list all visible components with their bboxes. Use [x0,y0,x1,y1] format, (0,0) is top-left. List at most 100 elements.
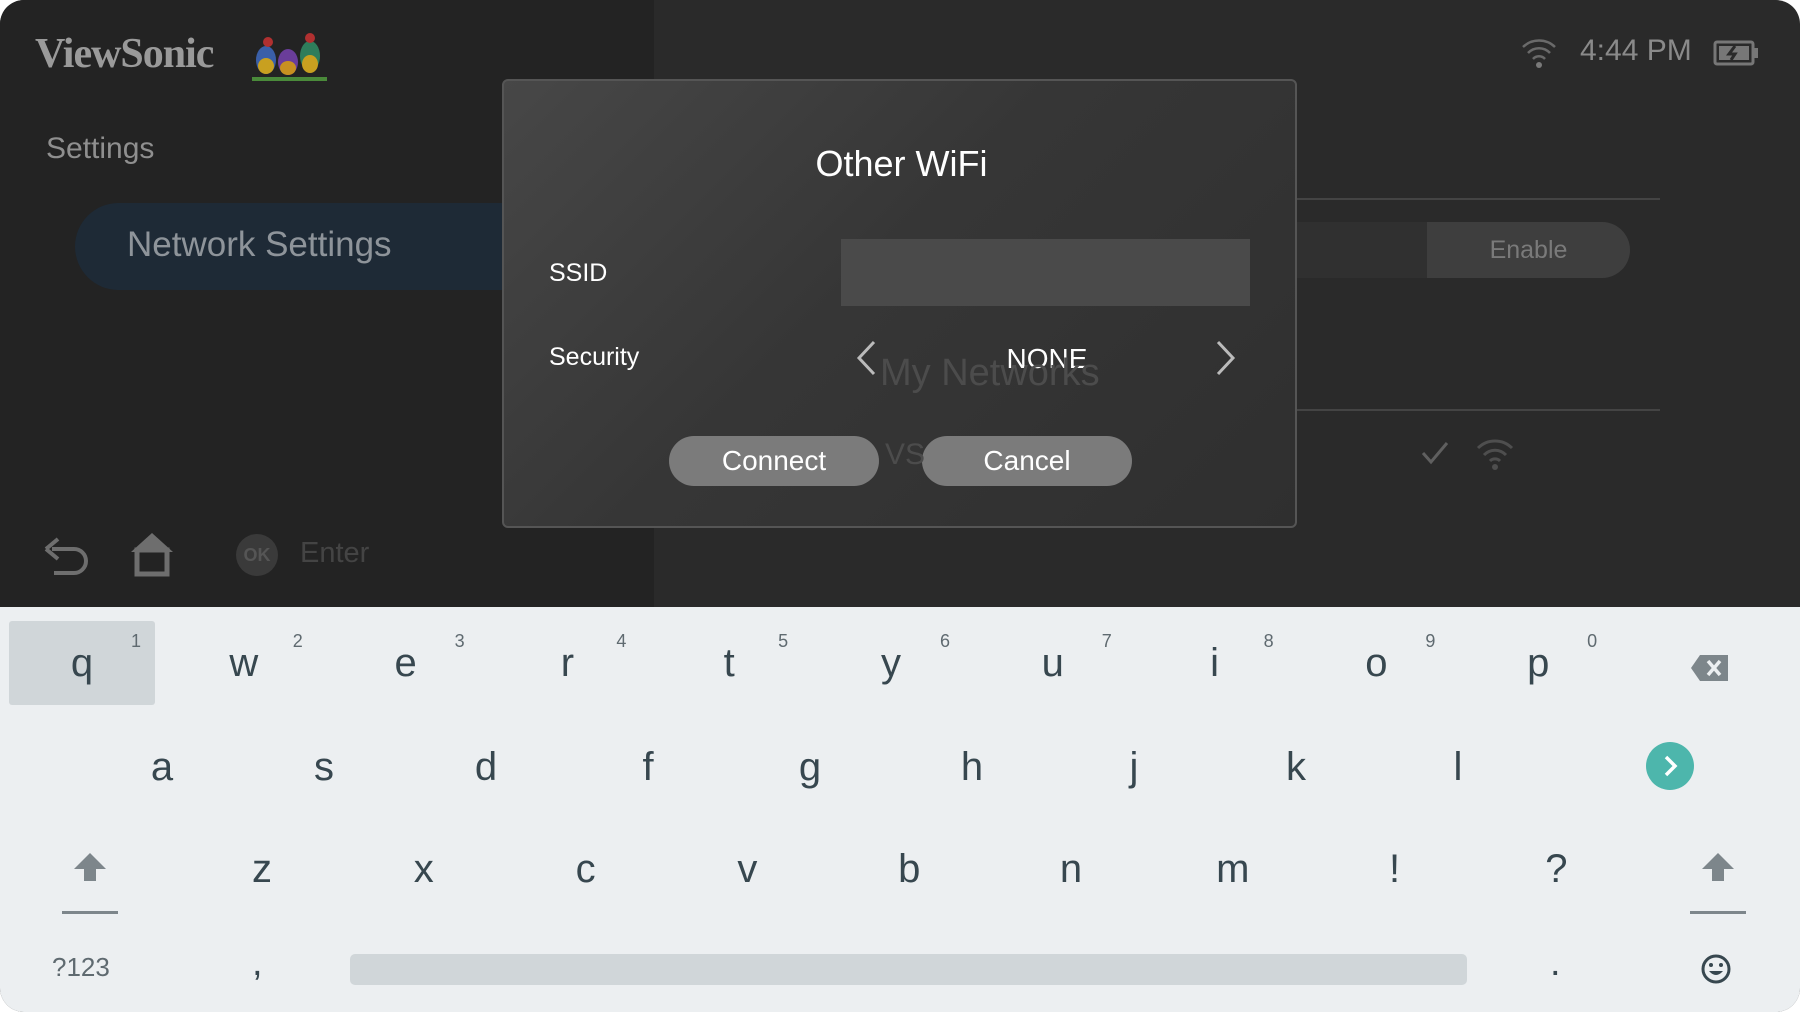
key-label: w [229,641,259,685]
key-label: f [642,745,654,789]
home-icon[interactable] [128,530,176,578]
key-label: u [1041,641,1064,685]
key-label: v [737,847,758,891]
enable-option[interactable]: Enable [1427,222,1630,278]
backspace-icon[interactable] [1690,653,1730,683]
ssid-label: SSID [549,259,608,287]
wifi-signal-icon [1476,439,1514,470]
key-label: p [1527,641,1550,685]
key-l[interactable]: l [1385,725,1531,809]
sidebar-item-label: Network Settings [127,225,392,264]
key-w[interactable]: w2 [171,621,317,705]
period-key[interactable]: . [1550,942,1561,985]
viewsonic-logo: ViewSonic [35,31,214,77]
viewsonic-birds-logo-icon [252,33,327,81]
key-label: g [798,745,822,789]
key-label: o [1365,641,1388,685]
key-a[interactable]: a [89,725,235,809]
key-number-hint: 0 [1587,631,1598,651]
key-n[interactable]: n [998,827,1144,911]
key-label: x [413,847,434,891]
cancel-button[interactable]: Cancel [922,436,1132,486]
chevron-right-icon[interactable] [1214,339,1238,377]
connect-button[interactable]: Connect [669,436,879,486]
key-t[interactable]: t5 [656,621,802,705]
back-icon[interactable] [44,535,92,579]
emoji-icon[interactable] [1700,953,1732,985]
key-number-hint: 1 [130,631,141,651]
key-number-hint: 7 [1101,631,1112,651]
key-![interactable]: ! [1322,827,1468,911]
key-?[interactable]: ? [1483,827,1629,911]
key-label: i [1210,641,1220,685]
key-label: y [881,641,901,685]
other-wifi-dialog: Other WiFi SSID Security NONE Connect Ca… [502,79,1297,528]
key-q[interactable]: q1 [9,621,155,705]
key-label: d [474,745,498,789]
key-i[interactable]: i8 [1142,621,1288,705]
shift-right-icon[interactable] [1690,849,1746,915]
security-label: Security [549,343,640,371]
key-p[interactable]: p0 [1465,621,1611,705]
shift-left-icon[interactable] [62,849,118,915]
key-r[interactable]: r4 [494,621,640,705]
battery-charging-icon [1713,40,1758,66]
settings-heading: Settings [46,132,155,165]
key-z[interactable]: z [189,827,335,911]
projector-screen: ViewSonic Settings Network Settings OK E… [0,0,1800,1012]
clock: 4:44 PM [1580,34,1692,67]
key-label: q [70,641,94,685]
key-label: m [1216,847,1250,891]
key-y[interactable]: y6 [818,621,964,705]
key-number-hint: 4 [616,631,627,651]
ok-button-icon: OK [236,534,278,576]
key-label: t [723,641,735,685]
key-label: k [1286,745,1306,789]
key-number-hint: 3 [454,631,465,651]
key-label: ! [1389,847,1401,891]
key-label: b [898,847,921,891]
divider [1297,198,1660,200]
key-b[interactable]: b [836,827,982,911]
key-v[interactable]: v [674,827,820,911]
chevron-left-icon[interactable] [854,339,878,377]
key-h[interactable]: h [899,725,1045,809]
key-number-hint: 5 [778,631,789,651]
key-number-hint: 2 [292,631,303,651]
key-label: ? [1545,847,1568,891]
key-label: c [575,847,596,891]
key-label: n [1059,847,1083,891]
key-e[interactable]: e3 [333,621,479,705]
key-label: j [1129,745,1139,789]
dialog-title: Other WiFi [815,143,988,184]
key-label: r [560,641,575,685]
key-o[interactable]: o9 [1303,621,1449,705]
next-field-button[interactable] [1645,741,1695,791]
key-label: a [150,745,174,789]
key-f[interactable]: f [575,725,721,809]
key-m[interactable]: m [1160,827,1306,911]
key-number-hint: 9 [1425,631,1436,651]
sidebar-item-network-settings[interactable]: Network Settings [75,203,515,290]
ssid-input[interactable] [841,239,1250,306]
key-d[interactable]: d [413,725,559,809]
key-number-hint: 6 [939,631,950,651]
key-k[interactable]: k [1223,725,1369,809]
comma-key[interactable]: , [252,942,263,985]
key-label: e [394,641,417,685]
key-s[interactable]: s [251,725,397,809]
key-label: l [1453,745,1463,789]
key-label: h [960,745,984,789]
symbols-key[interactable]: ?123 [52,952,110,983]
security-value: NONE [1006,343,1088,374]
on-screen-keyboard: q1w2e3r4t5y6u7i8o9p0 asdfghjkl z x c v b n m!?… [0,607,1800,1012]
key-c[interactable]: c [513,827,659,911]
key-label: s [314,745,334,789]
key-number-hint: 8 [1263,631,1274,651]
key-u[interactable]: u7 [980,621,1126,705]
key-x[interactable]: x [351,827,497,911]
key-j[interactable]: j [1061,725,1207,809]
key-g[interactable]: g [737,725,883,809]
space-bar[interactable] [350,954,1467,985]
enter-hint: Enter [300,537,370,569]
